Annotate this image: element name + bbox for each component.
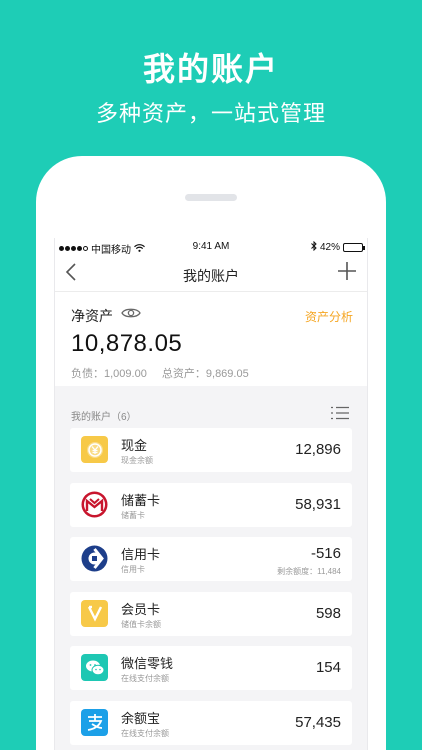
account-amount: 57,435: [295, 713, 341, 731]
account-name: 余额宝: [121, 710, 161, 726]
net-assets-summary: 净资产 资产分析 10,878.05 负债：1,009.00 总资产：9,869…: [55, 292, 367, 386]
account-item-yuebao[interactable]: 余额宝 在线支付余额 57,435: [70, 700, 352, 745]
account-amount: 598: [315, 604, 341, 622]
accounts-header: 我的账户（6）: [55, 394, 367, 430]
account-amount: 58,931: [295, 495, 341, 513]
debt-summary-row: 负债：1,009.00 总资产：9,869.05: [71, 365, 261, 381]
cash-icon: [81, 436, 108, 463]
account-subtitle: 储值卡余额: [121, 619, 161, 629]
bluetooth-icon: [311, 240, 317, 254]
account-name: 会员卡: [121, 601, 161, 617]
account-subtitle: 储蓄卡: [121, 510, 145, 520]
account-list: 现金 现金余额 12,896 储蓄卡 储蓄卡 58,931 信用卡 信用卡 -5…: [70, 428, 352, 750]
phone-frame: 中国移动 9:41 AM 42% 我的账户 净资产 资产分析 10,878.05…: [36, 156, 386, 750]
total-assets-value: 总资产：9,869.05: [161, 368, 249, 380]
account-name: 微信零钱: [121, 656, 174, 671]
accounts-count-label: 我的账户（6）: [71, 412, 137, 423]
account-item-member[interactable]: 会员卡 储值卡余额 598: [70, 591, 352, 636]
battery-icon: [343, 243, 365, 252]
account-subtitle: 在线支付余额: [121, 674, 169, 683]
list-icon[interactable]: [331, 406, 349, 425]
credit-card-icon: [81, 545, 108, 572]
phone-speaker: [185, 194, 237, 201]
account-amount: 154: [315, 659, 341, 676]
account-name: 储蓄卡: [121, 492, 161, 508]
debt-value: 负债：1,009.00: [71, 368, 147, 380]
wechat-icon: [81, 654, 108, 681]
account-name: 现金: [121, 438, 148, 453]
account-item-cash[interactable]: 现金 现金余额 12,896: [70, 428, 352, 472]
member-card-icon: [81, 599, 108, 627]
status-bar: 中国移动 9:41 AM 42%: [55, 238, 367, 256]
bank-card-icon: [81, 491, 108, 518]
account-item-credit[interactable]: 信用卡 信用卡 -516 剩余额度：11,484: [70, 537, 352, 581]
alipay-icon: [81, 708, 108, 736]
asset-analysis-link[interactable]: 资产分析: [305, 308, 353, 325]
net-assets-value: 10,878.05: [71, 330, 183, 357]
account-subtitle: 在线支付余额: [121, 728, 169, 738]
account-amount: -516: [310, 545, 341, 562]
account-item-savings[interactable]: 储蓄卡 储蓄卡 58,931: [70, 482, 352, 527]
promo-title: 我的账户: [142, 51, 279, 87]
net-assets-label: 净资产: [71, 308, 113, 324]
page-title: 我的账户: [183, 268, 239, 284]
promo-subtitle: 多种资产，一站式管理: [95, 101, 326, 126]
account-subtitle: 现金余额: [121, 456, 153, 465]
remaining-limit: 剩余额度：11,484: [277, 567, 341, 576]
account-item-wechat[interactable]: 微信零钱 在线支付余额 154: [70, 646, 352, 690]
plus-icon[interactable]: [337, 259, 357, 285]
eye-icon[interactable]: [121, 306, 141, 325]
app-screen: 中国移动 9:41 AM 42% 我的账户 净资产 资产分析 10,878.05…: [54, 238, 368, 750]
account-subtitle: 信用卡: [121, 565, 145, 574]
nav-bar: 我的账户: [55, 256, 367, 292]
account-name: 信用卡: [121, 547, 161, 562]
battery-percent: 42%: [319, 242, 340, 253]
account-amount: 12,896: [295, 441, 341, 458]
